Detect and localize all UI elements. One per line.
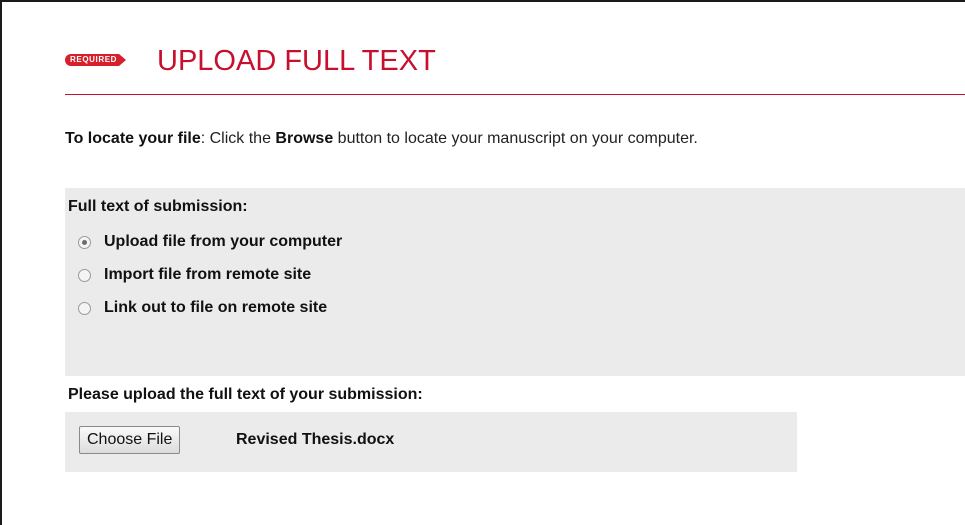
required-badge-arrow — [119, 54, 127, 66]
radio-import-label[interactable]: Import file from remote site — [104, 266, 311, 284]
radio-option-import[interactable]: Import file from remote site — [78, 265, 311, 285]
instructions-lead: To locate your file — [65, 130, 201, 147]
radio-upload-button[interactable] — [78, 235, 91, 249]
radio-import-button[interactable] — [78, 268, 91, 282]
instructions-part-2: button to locate your manuscript on your… — [333, 130, 698, 147]
radio-option-link[interactable]: Link out to file on remote site — [78, 298, 327, 318]
required-badge: REQUIRED — [65, 54, 127, 66]
required-badge-label: REQUIRED — [65, 54, 120, 66]
page-frame: REQUIRED UPLOAD FULL TEXT To locate your… — [0, 0, 965, 525]
choose-file-button[interactable]: Choose File — [79, 426, 181, 454]
full-text-label: Full text of submission: — [68, 198, 248, 215]
section-header: REQUIRED UPLOAD FULL TEXT — [65, 42, 965, 95]
radio-option-upload[interactable]: Upload file from your computer — [78, 232, 342, 252]
radio-link-label[interactable]: Link out to file on remote site — [104, 299, 327, 317]
file-input-container: Choose File Revised Thesis.docx — [65, 412, 797, 472]
radio-upload-label[interactable]: Upload file from your computer — [104, 233, 342, 251]
instructions-text: To locate your file: Click the Browse bu… — [65, 130, 698, 148]
selected-file-name: Revised Thesis.docx — [236, 431, 395, 448]
full-text-panel: Full text of submission: Upload file fro… — [65, 188, 965, 376]
instructions-browse: Browse — [275, 130, 334, 147]
page-title: UPLOAD FULL TEXT — [157, 45, 436, 77]
upload-label: Please upload the full text of your subm… — [68, 386, 423, 403]
instructions-part-1: : Click the — [200, 130, 276, 147]
radio-link-button[interactable] — [78, 301, 91, 315]
